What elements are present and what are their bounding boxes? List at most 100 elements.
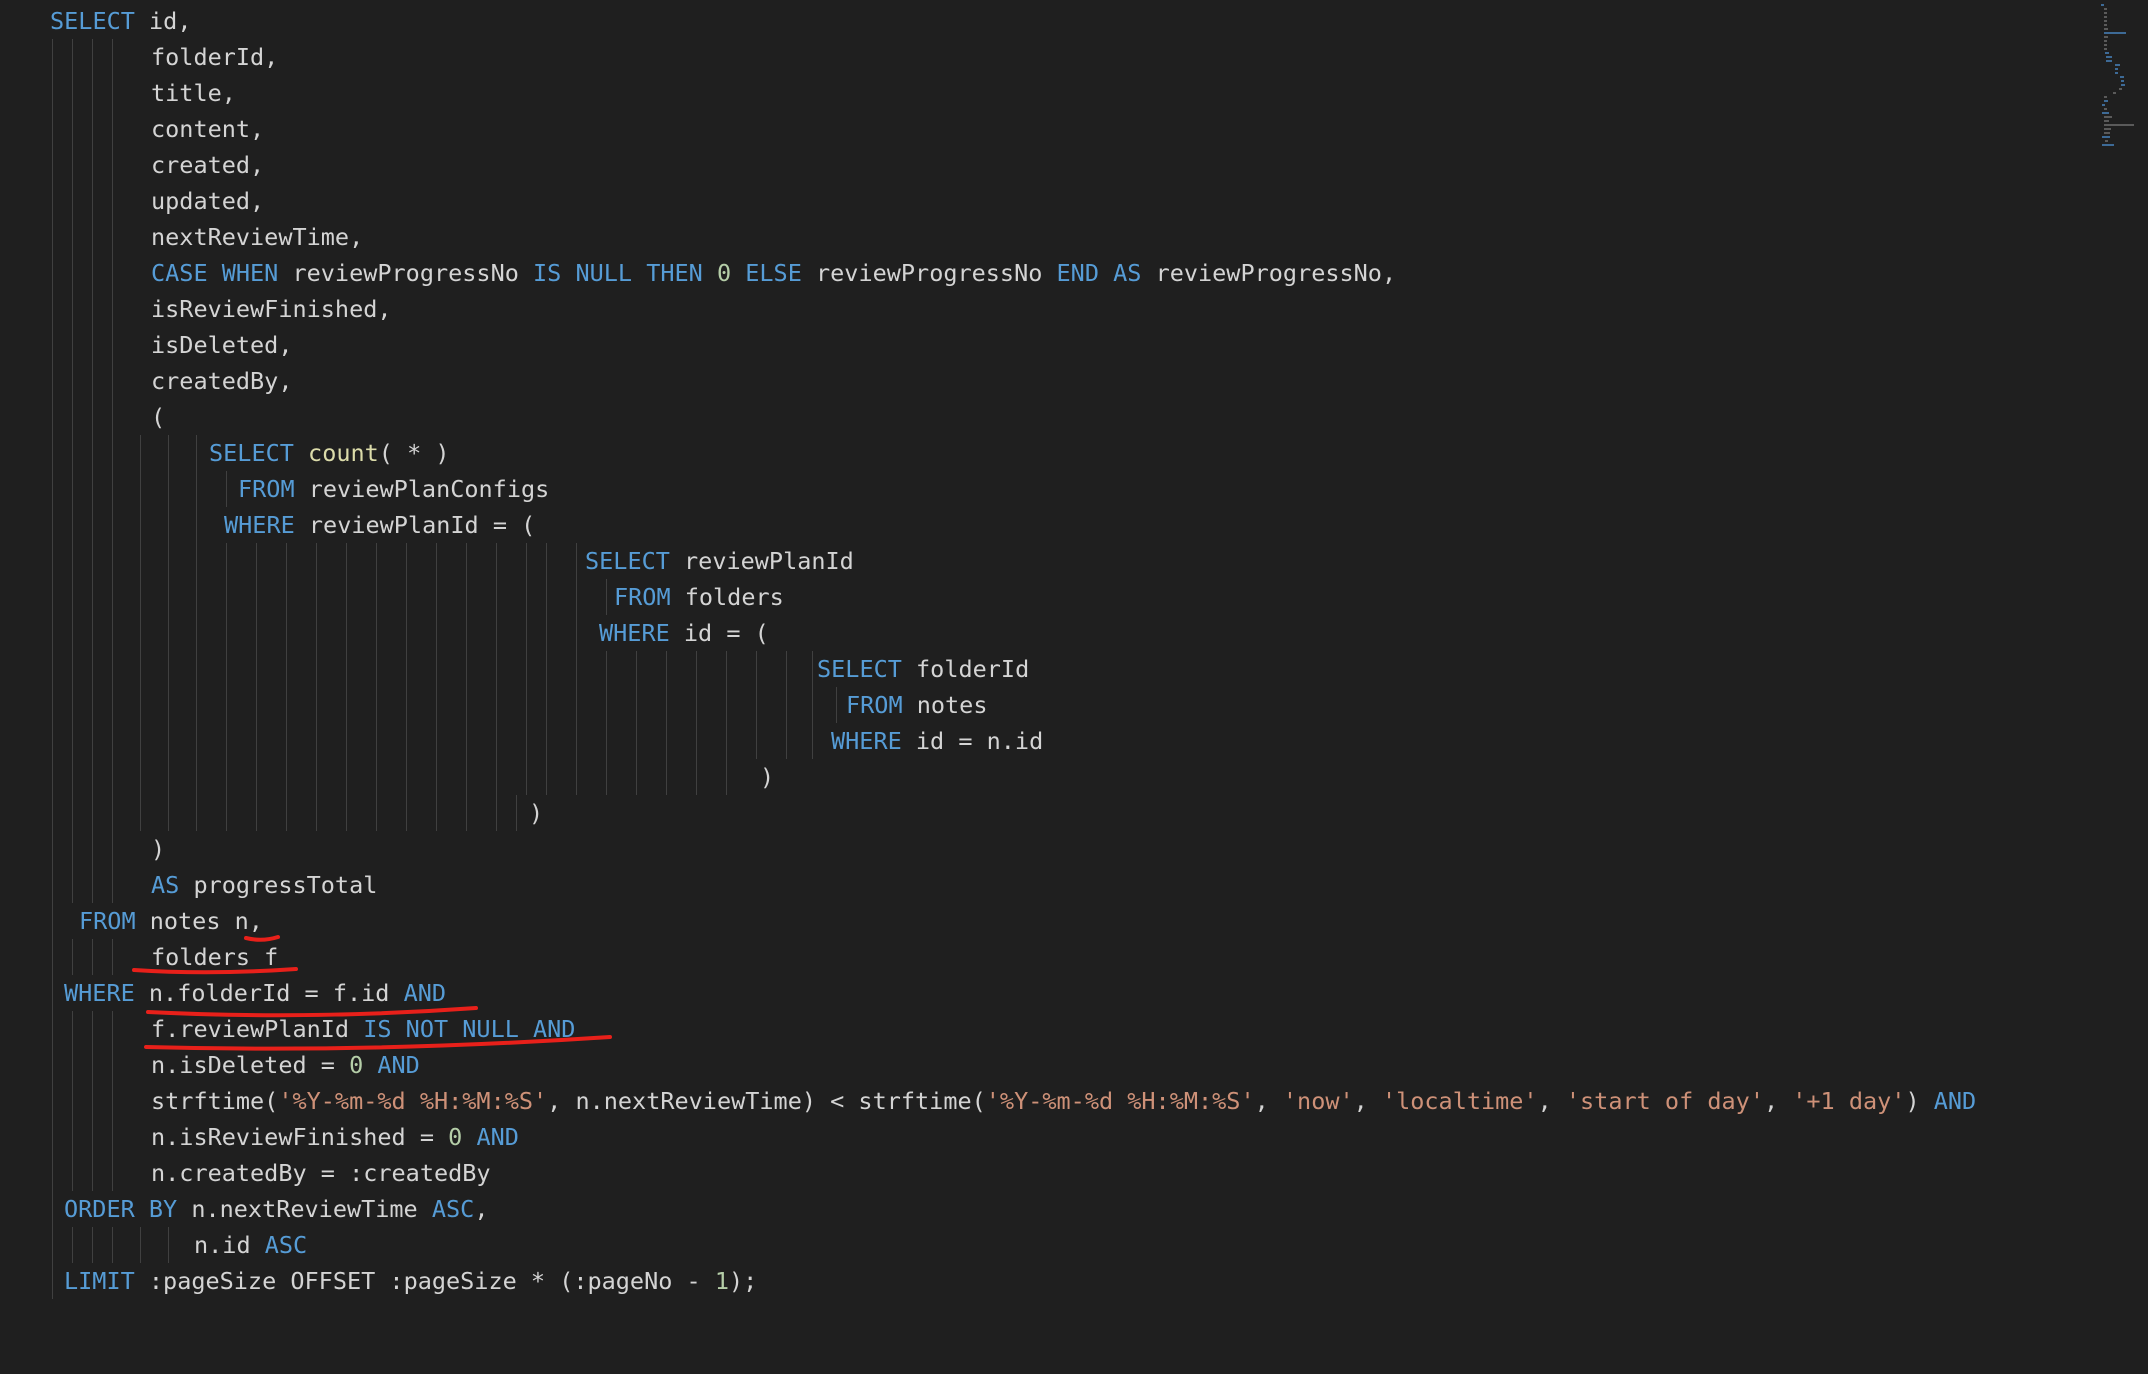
code-token: strftime( — [151, 1087, 279, 1115]
code-line[interactable]: folderId, — [151, 39, 278, 75]
indent-guide — [52, 1047, 53, 1083]
minimap-line — [2104, 132, 2110, 134]
code-token: FROM — [614, 583, 671, 611]
indent-guide — [72, 615, 73, 651]
indent-guide — [346, 651, 347, 687]
indent-guide — [72, 363, 73, 399]
code-line[interactable]: AS progressTotal — [151, 867, 377, 903]
indent-guide — [226, 723, 227, 759]
code-line[interactable]: n.id ASC — [194, 1227, 307, 1263]
indent-guide — [812, 687, 813, 723]
indent-guide — [286, 579, 287, 615]
code-token: 'now' — [1282, 1087, 1354, 1115]
indent-guide — [226, 543, 227, 579]
indent-guide — [576, 687, 577, 723]
minimap-line — [2104, 44, 2107, 46]
code-token: SELECT — [50, 7, 135, 35]
indent-guide — [406, 795, 407, 831]
indent-guide — [546, 579, 547, 615]
code-line[interactable]: ( — [151, 399, 165, 435]
code-line[interactable]: FROM folders — [614, 579, 784, 615]
indent-guide — [72, 471, 73, 507]
indent-guide — [112, 939, 113, 975]
indent-guide — [496, 579, 497, 615]
code-token: createdBy, — [151, 367, 293, 395]
code-line[interactable]: FROM reviewPlanConfigs — [238, 471, 549, 507]
code-token: LIMIT — [64, 1267, 135, 1295]
indent-guide — [526, 651, 527, 687]
indent-guide — [466, 723, 467, 759]
indent-guide — [52, 255, 53, 291]
code-line[interactable]: nextReviewTime, — [151, 219, 363, 255]
code-line[interactable]: FROM notes — [846, 687, 987, 723]
code-token: ( * ) — [378, 439, 450, 467]
code-line[interactable]: SELECT count( * ) — [209, 435, 450, 471]
code-token: AS — [151, 871, 180, 899]
minimap-line — [2104, 116, 2112, 118]
indent-guide — [52, 1119, 53, 1155]
code-line[interactable]: WHERE n.folderId = f.id AND — [64, 975, 446, 1011]
minimap[interactable] — [2100, 0, 2144, 150]
indent-guide — [52, 39, 53, 75]
code-line[interactable]: CASE WHEN reviewProgressNo IS NULL THEN … — [151, 255, 1396, 291]
code-token: WHERE — [64, 979, 135, 1007]
code-token: AND — [403, 979, 447, 1007]
code-line[interactable]: WHERE id = ( — [599, 615, 769, 651]
code-line[interactable]: SELECT folderId — [817, 651, 1029, 687]
minimap-line — [2104, 8, 2107, 10]
indent-guide — [812, 723, 813, 759]
indent-guide — [376, 615, 377, 651]
minimap-line — [2113, 92, 2116, 94]
code-line[interactable]: folders f — [151, 939, 278, 975]
indent-guide — [786, 687, 787, 723]
indent-guide — [346, 543, 347, 579]
code-line[interactable]: SELECT id, — [50, 3, 191, 39]
code-token: title, — [151, 79, 236, 107]
code-line[interactable]: n.isReviewFinished = 0 AND — [151, 1119, 519, 1155]
minimap-line — [2104, 32, 2126, 34]
indent-guide — [72, 39, 73, 75]
code-line[interactable]: LIMIT :pageSize OFFSET :pageSize * (:pag… — [64, 1263, 757, 1299]
code-line[interactable]: ) — [151, 831, 165, 867]
code-token: IS NOT NULL AND — [363, 1015, 576, 1043]
code-line[interactable]: n.createdBy = :createdBy — [151, 1155, 491, 1191]
code-line[interactable]: SELECT reviewPlanId — [585, 543, 854, 579]
indent-guide — [92, 75, 93, 111]
code-token: reviewProgressNo, — [1141, 259, 1397, 287]
code-line[interactable]: WHERE reviewPlanId = ( — [224, 507, 535, 543]
code-line[interactable]: created, — [151, 147, 264, 183]
code-line[interactable]: ORDER BY n.nextReviewTime ASC, — [64, 1191, 488, 1227]
code-token: ) — [1905, 1087, 1934, 1115]
code-editor[interactable]: SELECT id, folderId, title, content, created… — [0, 0, 2148, 1374]
code-line[interactable]: ) — [529, 795, 543, 831]
indent-guide — [226, 687, 227, 723]
code-line[interactable]: isReviewFinished, — [151, 291, 392, 327]
code-line[interactable]: createdBy, — [151, 363, 292, 399]
code-line[interactable]: ) — [760, 759, 774, 795]
indent-guide — [72, 183, 73, 219]
code-line[interactable]: updated, — [151, 183, 264, 219]
code-token: ORDER BY — [64, 1195, 178, 1223]
code-line[interactable]: n.isDeleted = 0 AND — [151, 1047, 420, 1083]
indent-guide — [72, 147, 73, 183]
code-line[interactable]: f.reviewPlanId IS NOT NULL AND — [151, 1011, 575, 1047]
indent-guide — [72, 327, 73, 363]
code-line[interactable]: strftime('%Y-%m-%d %H:%M:%S', n.nextRevi… — [151, 1083, 1976, 1119]
indent-guide — [112, 579, 113, 615]
indent-guide — [52, 1263, 53, 1299]
code-line[interactable]: WHERE id = n.id — [831, 723, 1043, 759]
code-token: AND — [476, 1123, 519, 1151]
code-line[interactable]: isDeleted, — [151, 327, 292, 363]
indent-guide — [52, 399, 53, 435]
code-token: 'start of day' — [1565, 1087, 1764, 1115]
code-line[interactable]: title, — [151, 75, 236, 111]
indent-guide — [140, 579, 141, 615]
indent-guide — [256, 615, 257, 651]
minimap-line — [2106, 60, 2112, 62]
indent-guide — [256, 723, 257, 759]
indent-guide — [52, 435, 53, 471]
code-token: FROM — [846, 691, 903, 719]
code-line[interactable]: FROM notes n, — [79, 903, 263, 939]
code-line[interactable]: content, — [151, 111, 264, 147]
